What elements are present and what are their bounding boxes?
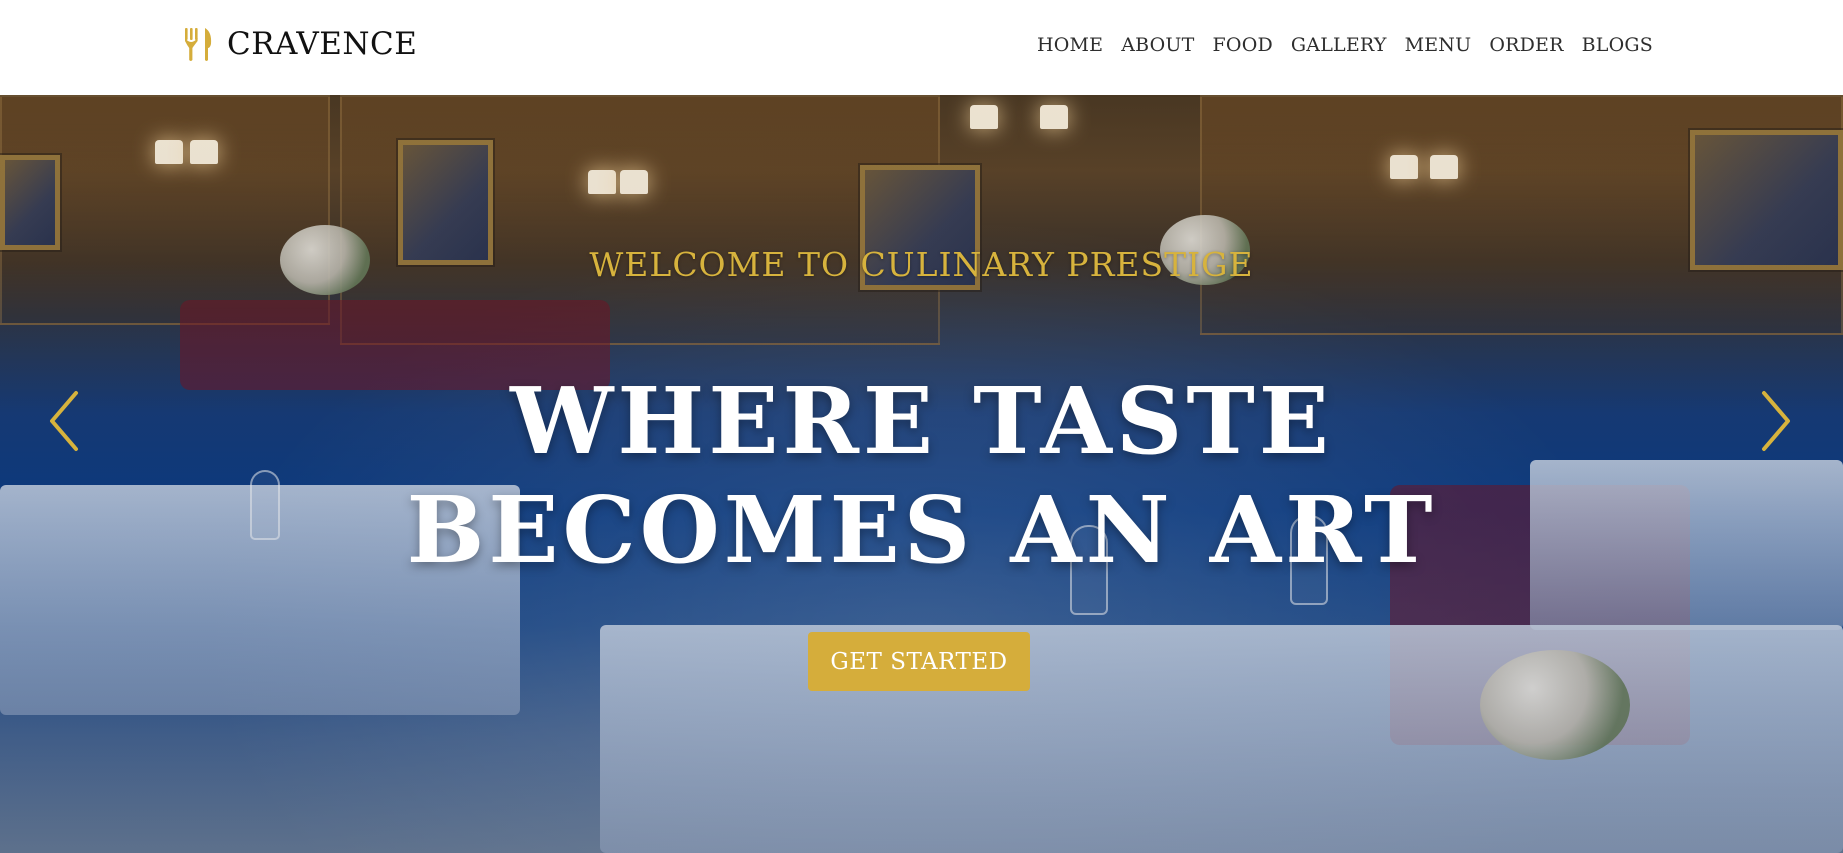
- get-started-button[interactable]: GET STARTED: [808, 632, 1030, 691]
- nav-link-order[interactable]: ORDER: [1489, 34, 1563, 56]
- nav-link-gallery[interactable]: GALLERY: [1291, 34, 1387, 56]
- chevron-left-icon[interactable]: [44, 387, 88, 455]
- nav-item-about: ABOUT: [1121, 34, 1194, 56]
- brand[interactable]: CRAVENCE: [181, 26, 417, 62]
- hero-title-line-2: BECOMES AN ART: [406, 475, 1437, 584]
- nav-item-food: FOOD: [1213, 34, 1273, 56]
- nav-link-home[interactable]: HOME: [1037, 34, 1103, 56]
- chevron-right-icon[interactable]: [1752, 387, 1796, 455]
- hero-title-line-1: WHERE TASTE: [510, 367, 1333, 475]
- nav-link-food[interactable]: FOOD: [1213, 34, 1273, 56]
- hero-slider: WELCOME TO CULINARY PRESTIGE WHERE TASTE…: [0, 95, 1843, 853]
- site-header: CRAVENCE HOME ABOUT FOOD GALLERY MENU OR…: [0, 0, 1843, 95]
- brand-name: CRAVENCE: [227, 26, 418, 62]
- nav-link-about[interactable]: ABOUT: [1121, 34, 1194, 56]
- nav-item-gallery: GALLERY: [1291, 34, 1387, 56]
- nav-item-menu: MENU: [1405, 34, 1472, 56]
- hero-title: WHERE TASTE BECOMES AN ART: [0, 367, 1843, 584]
- nav-item-home: HOME: [1037, 34, 1103, 56]
- hero-content: WELCOME TO CULINARY PRESTIGE WHERE TASTE…: [0, 95, 1843, 853]
- nav-item-order: ORDER: [1489, 34, 1563, 56]
- hero-kicker: WELCOME TO CULINARY PRESTIGE: [589, 245, 1254, 284]
- nav-item-blogs: BLOGS: [1582, 34, 1653, 56]
- nav-link-menu[interactable]: MENU: [1405, 34, 1472, 56]
- utensils-icon: [185, 28, 212, 61]
- nav-link-blogs[interactable]: BLOGS: [1582, 34, 1653, 56]
- main-nav: HOME ABOUT FOOD GALLERY MENU ORDER BLOGS: [1037, 34, 1653, 56]
